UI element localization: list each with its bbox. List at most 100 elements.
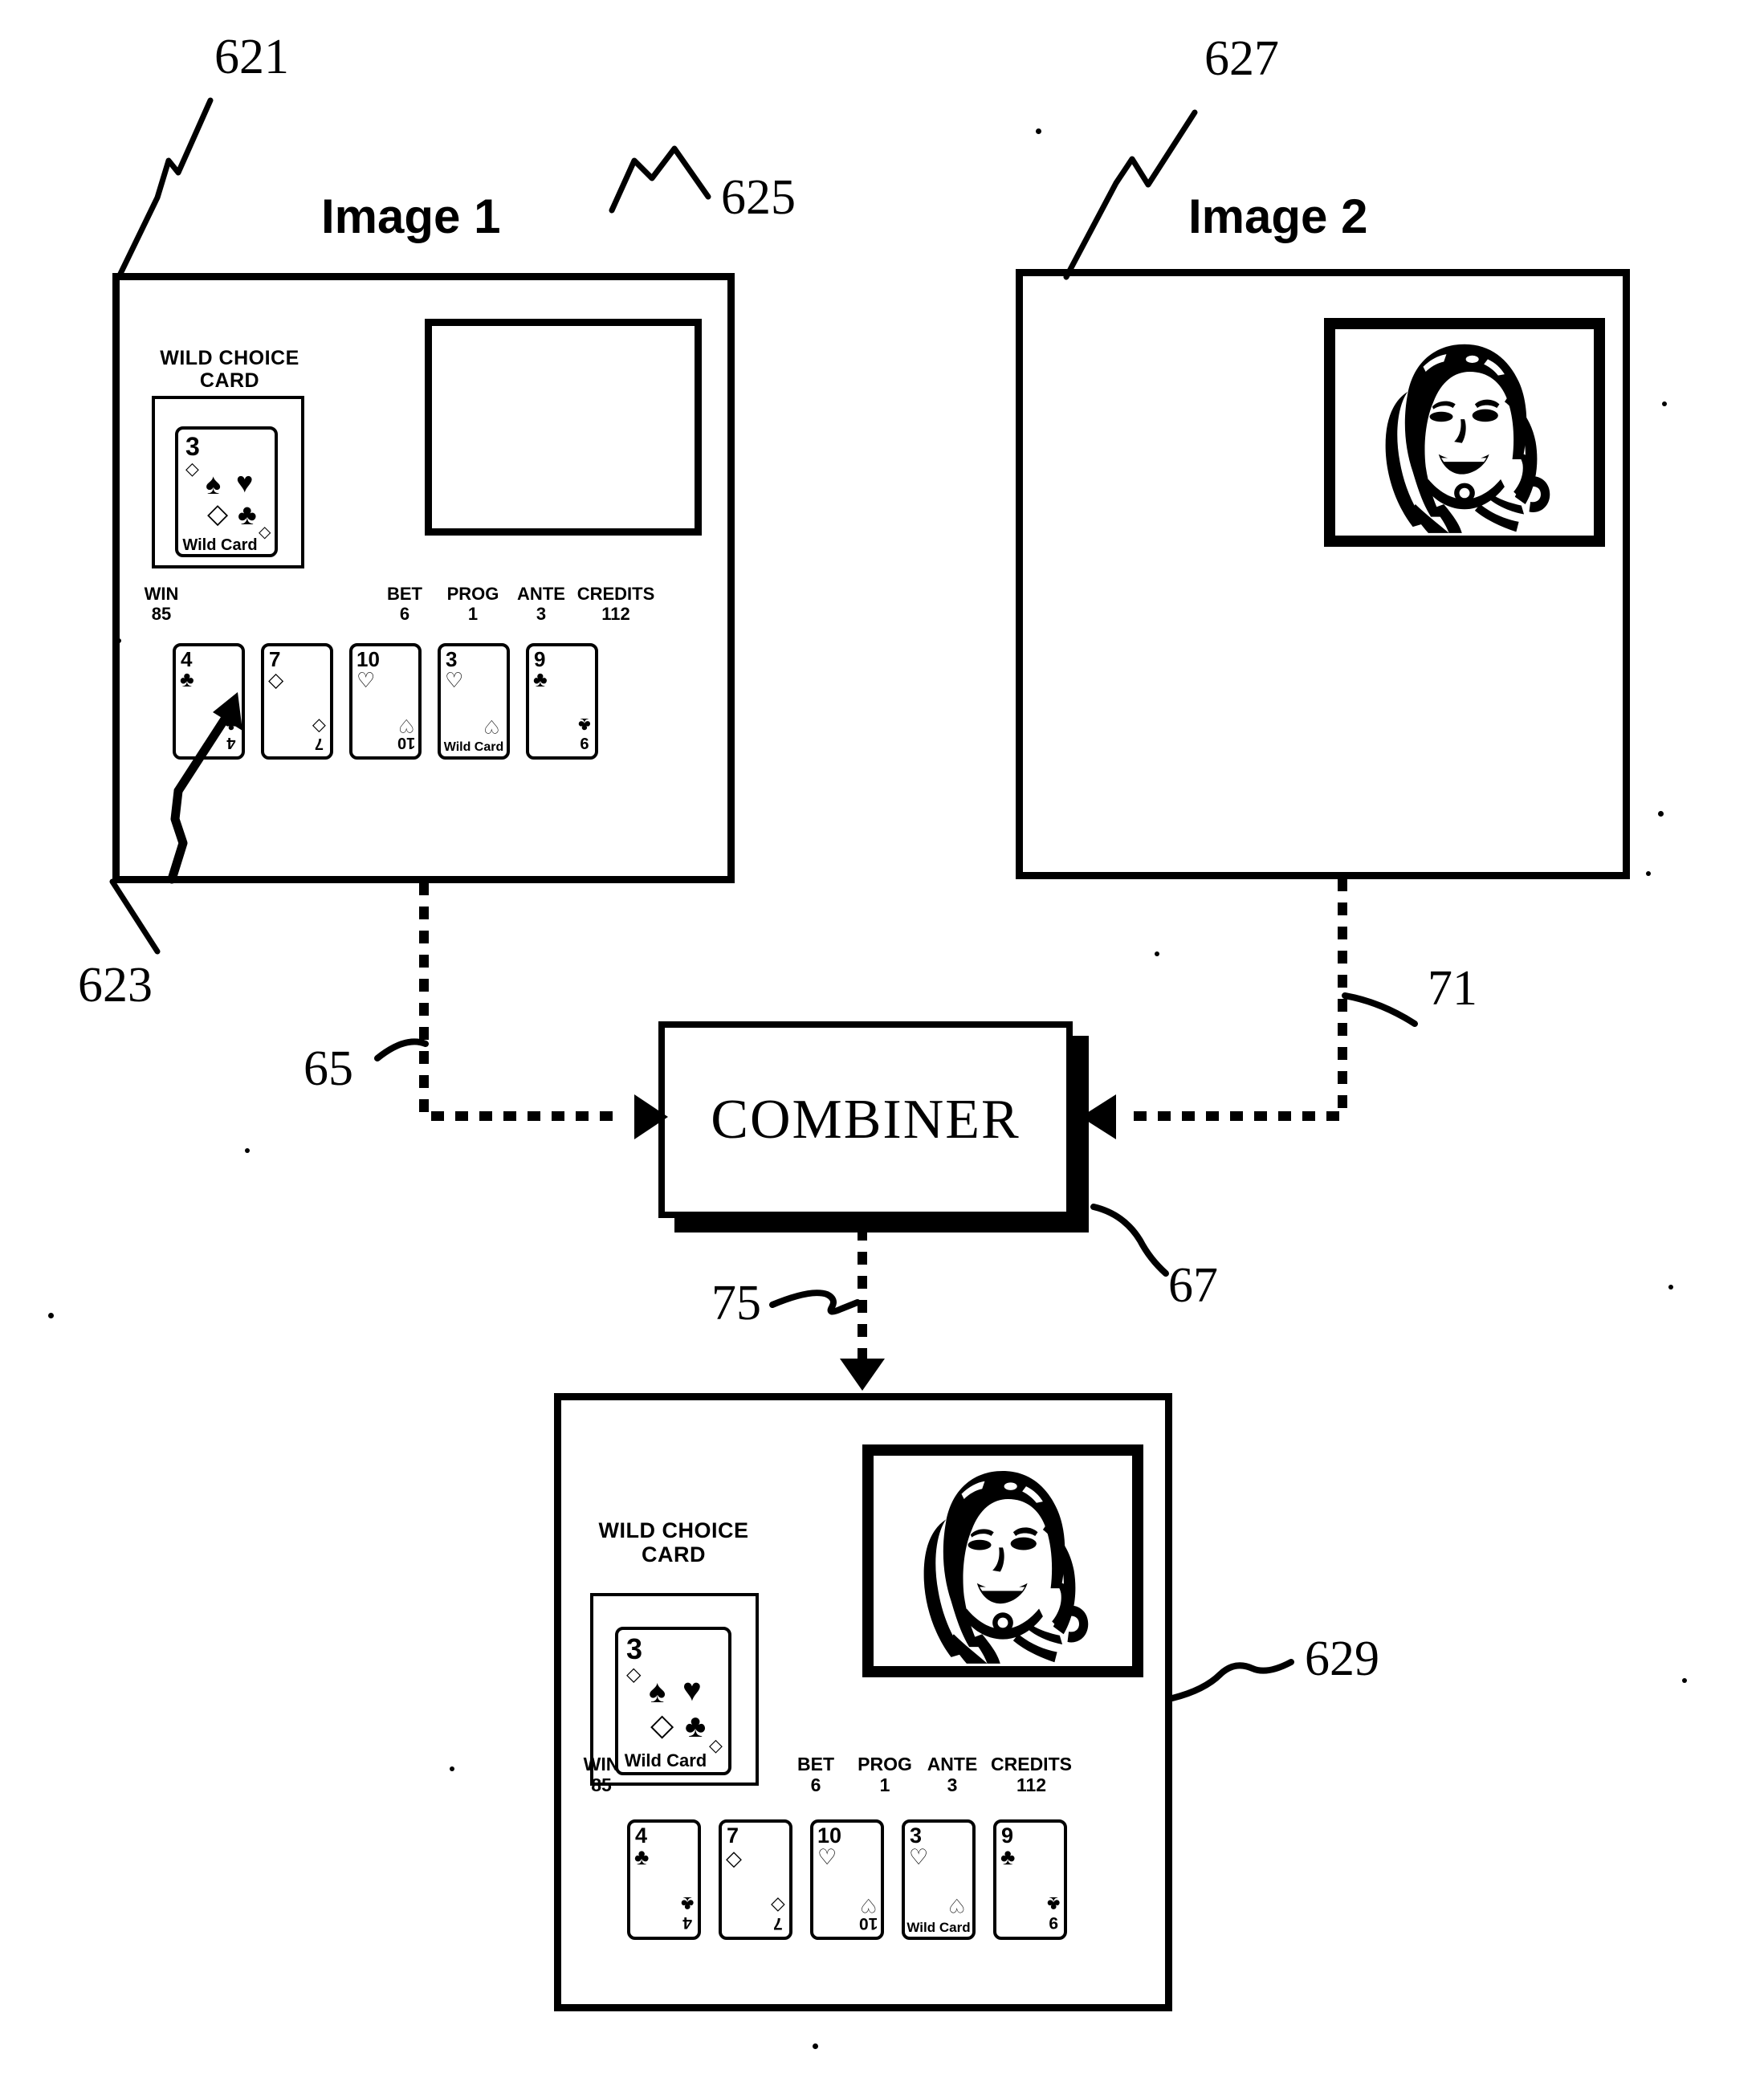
image1-hand-card-5-corner-rank: 9 bbox=[580, 734, 589, 752]
combined-hand-card-5-club-icon: ♣ bbox=[1000, 1844, 1016, 1869]
leader-line-627 bbox=[1063, 109, 1198, 280]
combined-hand-card-4-corner-heart-icon: ♡ bbox=[948, 1894, 966, 1916]
leader-line-65 bbox=[374, 1038, 429, 1061]
image1-hand-card-2-diamond-icon: ◇ bbox=[268, 669, 284, 691]
image1-hand-card-1-corner: 4 ♣ bbox=[225, 714, 238, 753]
image1-hand-card-2-corner: 7 ◇ bbox=[312, 717, 326, 753]
image1-hand-card-2: 7 ◇ 7 ◇ bbox=[261, 643, 333, 760]
ref-numeral-65: 65 bbox=[304, 1041, 353, 1096]
scan-speck bbox=[1155, 951, 1159, 956]
combined-stat-win-label: WIN bbox=[583, 1754, 620, 1774]
scan-speck bbox=[1036, 128, 1041, 134]
combined-hand-card-5-rank: 9 bbox=[1001, 1823, 1014, 1848]
combined-hand-card-4-wild-label: Wild Card bbox=[906, 1920, 971, 1935]
image1-hand-card-2-corner-diamond-icon: ◇ bbox=[312, 717, 326, 737]
combiner-label: COMBINER bbox=[711, 1088, 1021, 1151]
combined-hand-card-2-corner: 7 ◇ bbox=[771, 1896, 785, 1933]
ref-numeral-629: 629 bbox=[1305, 1632, 1379, 1686]
combined-hand-card-5: 9 ♣ 9 ♣ bbox=[993, 1819, 1067, 1940]
image1-stat-credits-value: 112 bbox=[601, 604, 630, 625]
image1-hand-card-4-wild-label: Wild Card bbox=[443, 740, 504, 754]
image1-hand-card-4-corner-heart-icon: ♡ bbox=[483, 716, 500, 737]
image1-hand-card-5-club-icon: ♣ bbox=[533, 667, 548, 691]
combined-hand-card-3: 10 ♡ 10 ♡ bbox=[810, 1819, 884, 1940]
scan-speck bbox=[245, 1148, 250, 1153]
image1-hand-card-3-corner-heart-icon: ♡ bbox=[397, 715, 415, 736]
image2-screen bbox=[1016, 269, 1630, 879]
ref-numeral-67: 67 bbox=[1168, 1258, 1218, 1313]
signal-path-71 bbox=[1119, 878, 1347, 1121]
image1-hand-card-1-club-icon: ♣ bbox=[180, 667, 194, 691]
combined-wild-choice-line2: CARD bbox=[642, 1542, 706, 1567]
combined-stat-credits-label: CREDITS bbox=[991, 1754, 1072, 1774]
image1-wild-card-diamond-icon: ◇ bbox=[207, 499, 229, 529]
image1-stat-credits-label: CREDITS bbox=[576, 584, 655, 604]
ref-numeral-627: 627 bbox=[1204, 31, 1279, 86]
image1-wild-choice-box: 3 ◇ ♠ ♥ ◇ ♣ ◇ Wild Card bbox=[152, 396, 304, 568]
combined-portrait-frame bbox=[862, 1444, 1143, 1677]
image1-hand-card-3-corner-rank: 10 bbox=[397, 734, 415, 752]
image2-portrait-image bbox=[1335, 329, 1594, 536]
image1-hand-card-5-corner-club-icon: ♣ bbox=[578, 714, 591, 735]
combined-hand-card-1-corner: 4 ♣ bbox=[681, 1893, 694, 1933]
image1-wild-card-club-icon: ♣ bbox=[238, 498, 257, 531]
image1-stat-win-value: 85 bbox=[151, 604, 172, 625]
panel-title-image2: Image 2 bbox=[1188, 189, 1368, 243]
image1-wild-card-label: Wild Card bbox=[182, 536, 258, 554]
image1-wild-card: 3 ◇ ♠ ♥ ◇ ♣ ◇ Wild Card bbox=[175, 426, 278, 557]
combined-hand-card-2-diamond-icon: ◇ bbox=[726, 1846, 742, 1870]
combined-hand-card-3-rank: 10 bbox=[817, 1823, 842, 1848]
scan-speck bbox=[116, 638, 121, 643]
image1-hand-card-3: 10 ♡ 10 ♡ bbox=[349, 643, 422, 760]
combined-hand-card-3-corner-rank: 10 bbox=[858, 1914, 878, 1933]
leader-line-75 bbox=[769, 1290, 861, 1315]
combined-stat-credits: CREDITS 112 bbox=[977, 1754, 1086, 1796]
signal-path-75-arrowhead bbox=[840, 1359, 885, 1391]
image1-hand-card-1-corner-club-icon: ♣ bbox=[225, 714, 238, 735]
combined-hand-card-1-corner-club-icon: ♣ bbox=[680, 1893, 694, 1915]
ref-numeral-71: 71 bbox=[1428, 961, 1477, 1016]
leader-line-621 bbox=[116, 97, 214, 280]
combined-hand-card-1-rank: 4 bbox=[635, 1823, 648, 1848]
combined-stat-win-value: 85 bbox=[591, 1774, 612, 1796]
scan-speck bbox=[1658, 811, 1664, 817]
combined-hand-card-1-club-icon: ♣ bbox=[634, 1844, 650, 1869]
scan-speck bbox=[1682, 1678, 1687, 1683]
image1-wild-card-heart-icon: ♥ bbox=[236, 466, 254, 499]
combined-hand-card-3-heart-icon: ♡ bbox=[817, 1845, 837, 1869]
image1-screen: WILD CHOICE CARD 3 ◇ ♠ ♥ ◇ ♣ ◇ Wild Card… bbox=[112, 273, 735, 883]
ref-numeral-623: 623 bbox=[78, 958, 153, 1012]
combined-hand-card-2-corner-diamond-icon: ◇ bbox=[771, 1896, 785, 1917]
image1-wild-choice-heading: WILD CHOICE CARD bbox=[137, 347, 322, 392]
combined-portrait-image bbox=[874, 1456, 1132, 1666]
combined-hand-card-2-rank: 7 bbox=[727, 1823, 739, 1848]
image1-wild-choice-line2: CARD bbox=[199, 369, 260, 392]
combined-wild-card-club-icon: ♣ bbox=[685, 1709, 707, 1744]
combined-wild-choice-line1: WILD CHOICE bbox=[598, 1518, 749, 1542]
combined-hand-card-5-corner: 9 ♣ bbox=[1047, 1893, 1060, 1933]
image1-stat-win-label: WIN bbox=[144, 584, 179, 604]
scan-speck bbox=[48, 1313, 54, 1318]
combined-hand-card-1: 4 ♣ 4 ♣ bbox=[627, 1819, 701, 1940]
image1-hand-card-5: 9 ♣ 9 ♣ bbox=[526, 643, 598, 760]
combined-hand-card-3-corner: 10 ♡ bbox=[858, 1894, 878, 1933]
leader-line-71 bbox=[1342, 992, 1418, 1027]
image1-wild-card-corner-diamond-icon: ◇ bbox=[185, 458, 199, 479]
image1-wild-choice-line1: WILD CHOICE bbox=[160, 347, 299, 369]
image1-hand-card-1-corner-rank: 4 bbox=[226, 734, 236, 752]
image1-wild-card-spade-icon: ♠ bbox=[206, 467, 222, 500]
combined-stat-win: WIN 85 bbox=[553, 1754, 650, 1796]
image2-portrait-frame bbox=[1324, 318, 1605, 547]
image1-stat-credits: CREDITS 112 bbox=[564, 584, 668, 625]
image1-hand-card-3-corner: 10 ♡ bbox=[397, 715, 415, 753]
combined-screen: WILD CHOICE CARD 3 ◇ ♠ ♥ ◇ ♣ ◇ Wild Card… bbox=[554, 1393, 1172, 2011]
scan-speck bbox=[1668, 1285, 1673, 1290]
image1-blank-region bbox=[425, 319, 702, 536]
combined-hand-card-2: 7 ◇ 7 ◇ bbox=[719, 1819, 792, 1940]
combined-hand-card-2-corner-rank: 7 bbox=[773, 1914, 783, 1933]
combined-wild-choice-heading: WILD CHOICE CARD bbox=[577, 1518, 770, 1567]
leader-line-67 bbox=[1090, 1204, 1169, 1277]
scan-speck bbox=[1662, 401, 1667, 406]
scan-speck bbox=[813, 2043, 818, 2049]
image1-hand-card-2-corner-rank: 7 bbox=[314, 735, 324, 752]
